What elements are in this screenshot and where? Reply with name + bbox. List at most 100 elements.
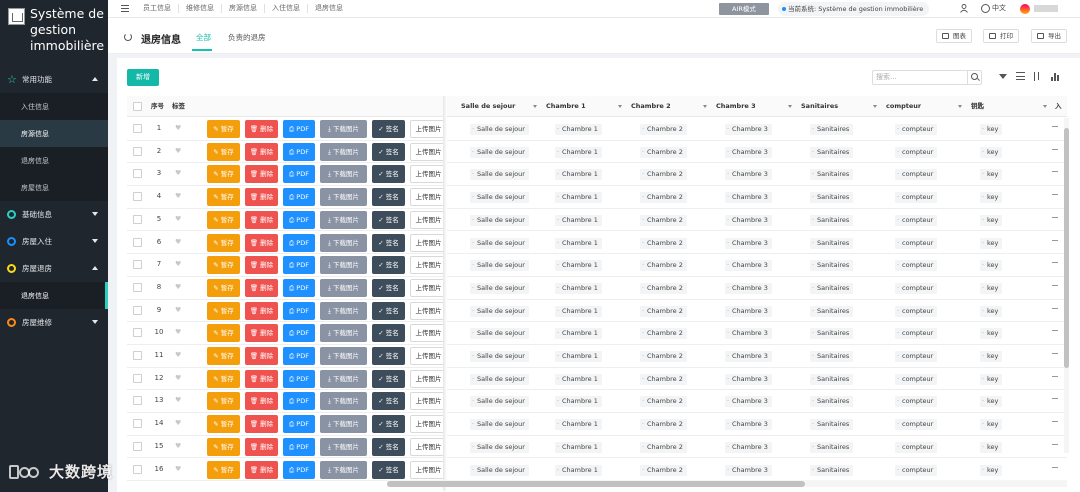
- delete-button[interactable]: 🗑 删除: [245, 301, 278, 320]
- sign-button[interactable]: ✓ 签名: [372, 415, 405, 434]
- cell-c3[interactable]: Chambre 3: [725, 441, 772, 453]
- horizontal-scroll-thumb[interactable]: [387, 481, 805, 487]
- header-chambre2[interactable]: Chambre 2: [631, 96, 711, 117]
- cell-san[interactable]: Sanitaires: [810, 169, 854, 181]
- chart-button[interactable]: 图表: [936, 29, 972, 43]
- cell-c2[interactable]: Chambre 2: [640, 396, 687, 408]
- tab-mine[interactable]: 负责的退房: [228, 32, 266, 43]
- sidebar-group-3[interactable]: 房屋退房: [0, 255, 108, 282]
- heart-icon[interactable]: ♥: [175, 306, 182, 313]
- column-settings-icon[interactable]: [1034, 72, 1040, 81]
- sign-button[interactable]: ✓ 签名: [372, 165, 405, 184]
- row-checkbox[interactable]: [133, 146, 142, 156]
- cell-cpt[interactable]: compteur: [895, 305, 938, 317]
- upload-image-button[interactable]: 上传图片: [410, 278, 447, 297]
- delete-button[interactable]: 🗑 删除: [245, 437, 278, 456]
- add-button[interactable]: 新增: [127, 69, 159, 86]
- cell-c1[interactable]: Chambre 1: [555, 124, 602, 135]
- delete-button[interactable]: 🗑 删除: [245, 142, 278, 161]
- cell-c1[interactable]: Chambre 1: [555, 192, 602, 204]
- download-image-button[interactable]: ⤓ 下载图片: [320, 165, 367, 184]
- cell-c3[interactable]: Chambre 3: [725, 328, 772, 340]
- sort-caret-icon[interactable]: [1043, 105, 1047, 108]
- cell-key[interactable]: key: [980, 169, 1003, 181]
- pdf-button[interactable]: ⎙ PDF: [283, 233, 315, 252]
- search-input[interactable]: 搜索...: [872, 70, 982, 85]
- cell-salle[interactable]: Salle de sejour: [470, 260, 529, 272]
- heart-icon[interactable]: ♥: [175, 147, 182, 154]
- cell-cpt[interactable]: compteur: [895, 260, 938, 272]
- cell-c1[interactable]: Chambre 1: [555, 441, 602, 453]
- row-checkbox[interactable]: [133, 124, 142, 133]
- cell-cpt[interactable]: compteur: [895, 282, 938, 294]
- upload-image-button[interactable]: 上传图片: [410, 301, 447, 320]
- top-tab[interactable]: 房源信息: [222, 4, 265, 13]
- row-checkbox[interactable]: [133, 237, 142, 247]
- cell-cpt[interactable]: compteur: [895, 464, 938, 476]
- sidebar-item[interactable]: 入住信息: [0, 93, 108, 120]
- row-checkbox[interactable]: [133, 328, 142, 338]
- cell-c2[interactable]: Chambre 2: [640, 146, 687, 158]
- delete-button[interactable]: 🗑 删除: [245, 460, 278, 479]
- cell-c1[interactable]: Chambre 1: [555, 305, 602, 317]
- row-checkbox[interactable]: [133, 214, 142, 224]
- sign-button[interactable]: ✓ 签名: [372, 278, 405, 297]
- cell-c3[interactable]: Chambre 3: [725, 260, 772, 272]
- sign-button[interactable]: ✓ 签名: [372, 188, 405, 207]
- pdf-button[interactable]: ⎙ PDF: [283, 460, 315, 479]
- cell-salle[interactable]: Salle de sejour: [470, 169, 529, 181]
- save-button[interactable]: ✎ 暂存: [207, 301, 240, 320]
- upload-image-button[interactable]: 上传图片: [410, 210, 447, 229]
- top-tab[interactable]: 入住信息: [265, 4, 308, 13]
- save-button[interactable]: ✎ 暂存: [207, 120, 240, 138]
- user-name[interactable]: [1034, 5, 1058, 12]
- row-checkbox[interactable]: [133, 305, 142, 315]
- avatar[interactable]: [1020, 4, 1030, 14]
- cell-salle[interactable]: Salle de sejour: [470, 419, 529, 431]
- save-button[interactable]: ✎ 暂存: [207, 278, 240, 297]
- save-button[interactable]: ✎ 暂存: [207, 460, 240, 479]
- delete-button[interactable]: 🗑 删除: [245, 120, 278, 138]
- delete-button[interactable]: 🗑 删除: [245, 165, 278, 184]
- heart-icon[interactable]: ♥: [175, 420, 182, 427]
- download-image-button[interactable]: ⤓ 下载图片: [320, 301, 367, 320]
- cell-cpt[interactable]: compteur: [895, 419, 938, 431]
- cell-key[interactable]: key: [980, 464, 1003, 476]
- cell-c1[interactable]: Chambre 1: [555, 146, 602, 158]
- download-image-button[interactable]: ⤓ 下载图片: [320, 437, 367, 456]
- cell-san[interactable]: Sanitaires: [810, 441, 854, 453]
- row-checkbox[interactable]: [133, 351, 142, 360]
- cell-c1[interactable]: Chambre 1: [555, 328, 602, 340]
- cell-c2[interactable]: Chambre 2: [640, 419, 687, 431]
- cell-cpt[interactable]: compteur: [895, 146, 938, 158]
- delete-button[interactable]: 🗑 删除: [245, 256, 278, 275]
- save-button[interactable]: ✎ 暂存: [207, 188, 240, 207]
- pdf-button[interactable]: ⎙ PDF: [283, 415, 315, 434]
- cell-c2[interactable]: Chambre 2: [640, 214, 687, 226]
- cell-c3[interactable]: Chambre 3: [725, 305, 772, 317]
- upload-image-button[interactable]: 上传图片: [410, 120, 447, 138]
- heart-icon[interactable]: ♥: [175, 125, 182, 132]
- save-button[interactable]: ✎ 暂存: [207, 392, 240, 411]
- cell-key[interactable]: key: [980, 441, 1003, 453]
- sort-caret-icon[interactable]: [788, 105, 792, 108]
- header-chambre1[interactable]: Chambre 1: [546, 96, 626, 117]
- save-button[interactable]: ✎ 暂存: [207, 142, 240, 161]
- cell-cpt[interactable]: compteur: [895, 373, 938, 385]
- delete-button[interactable]: 🗑 删除: [245, 347, 278, 365]
- cell-san[interactable]: Sanitaires: [810, 260, 854, 272]
- cell-salle[interactable]: Salle de sejour: [470, 214, 529, 226]
- pdf-button[interactable]: ⎙ PDF: [283, 437, 315, 456]
- cell-c3[interactable]: Chambre 3: [725, 214, 772, 226]
- sort-caret-icon[interactable]: [618, 105, 622, 108]
- delete-button[interactable]: 🗑 删除: [245, 392, 278, 411]
- cell-c1[interactable]: Chambre 1: [555, 214, 602, 226]
- cell-key[interactable]: key: [980, 351, 1003, 362]
- save-button[interactable]: ✎ 暂存: [207, 415, 240, 434]
- cell-cpt[interactable]: compteur: [895, 192, 938, 204]
- header-sanitaires[interactable]: Sanitaires: [801, 96, 881, 117]
- cell-c1[interactable]: Chambre 1: [555, 237, 602, 249]
- cell-c1[interactable]: Chambre 1: [555, 464, 602, 476]
- upload-image-button[interactable]: 上传图片: [410, 233, 447, 252]
- cell-key[interactable]: key: [980, 214, 1003, 226]
